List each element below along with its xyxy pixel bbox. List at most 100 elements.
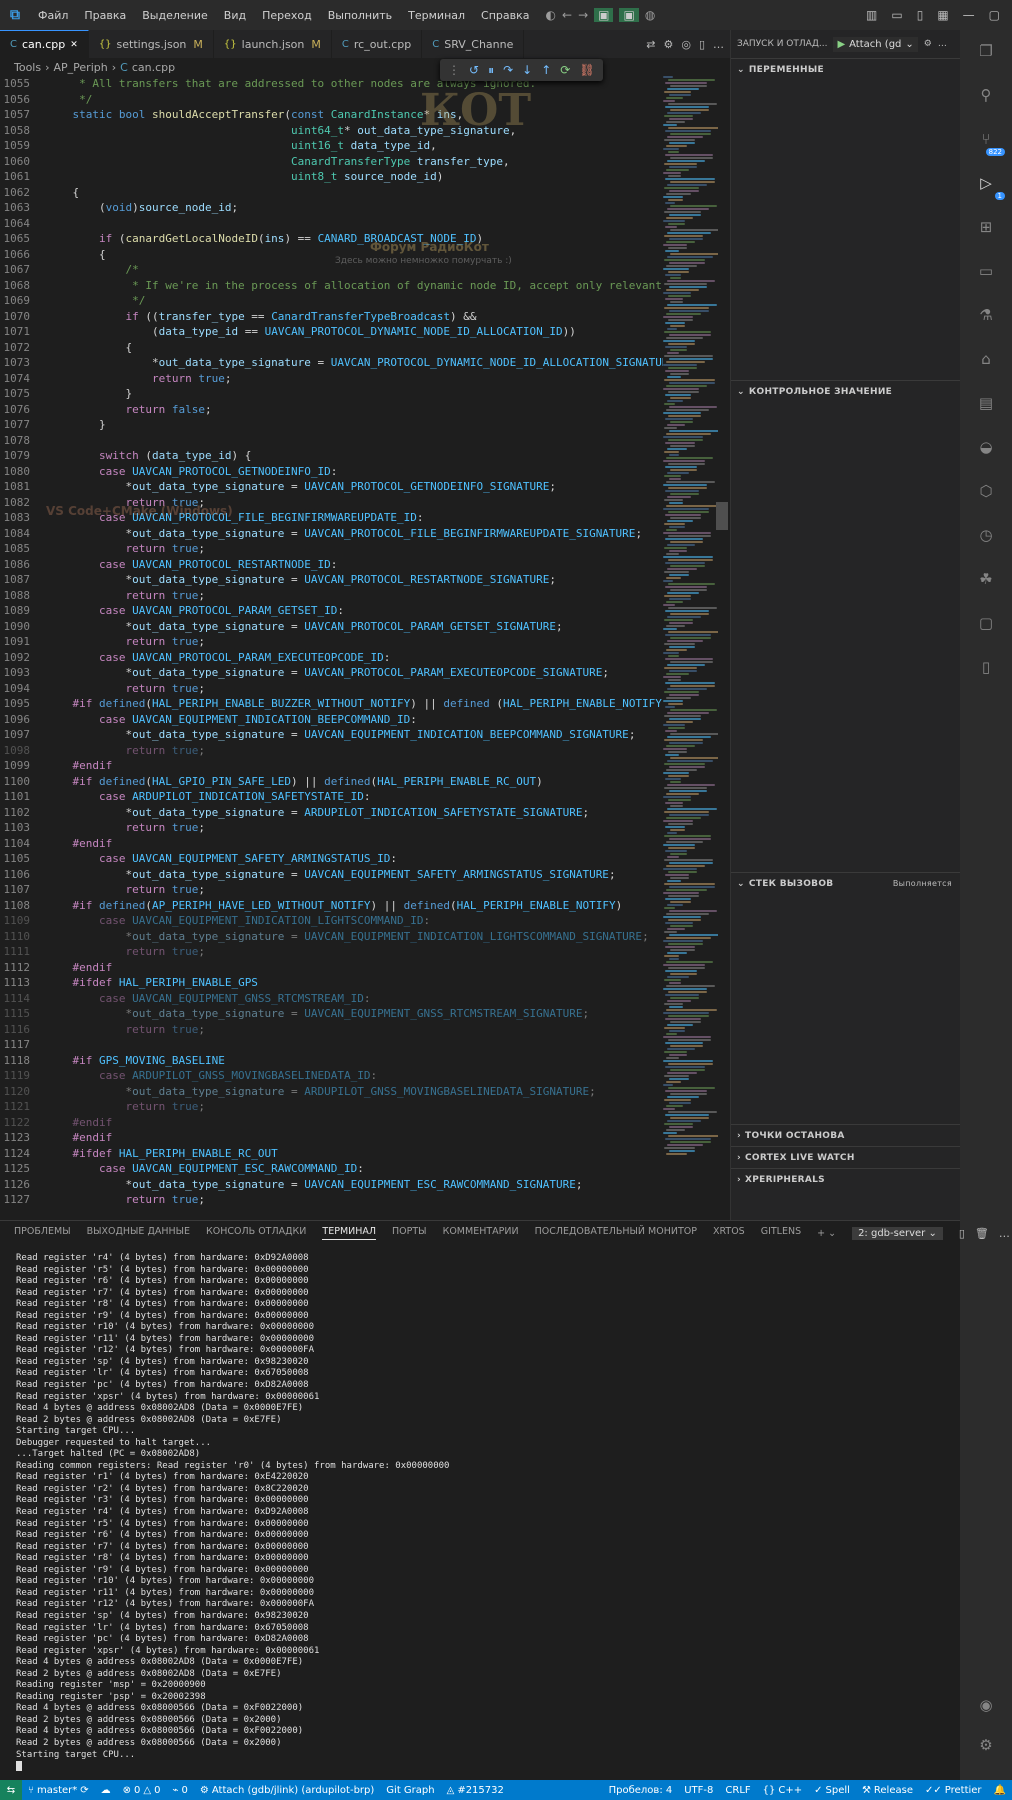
panel-tab[interactable]: ПОРТЫ [392,1226,427,1240]
menu-item[interactable]: Файл [30,9,76,22]
line-number[interactable]: 1122 [0,1115,46,1131]
folder-icon[interactable]: ▤ [975,392,997,414]
line-number[interactable]: 1114 [0,991,46,1007]
line-number[interactable]: 1076 [0,402,46,418]
account-icon[interactable]: ◉ [975,1694,997,1716]
breadcrumb-item[interactable]: AP_Periph [54,61,108,74]
line-number[interactable]: 1112 [0,960,46,976]
platformio-icon[interactable]: ⌂ [975,348,997,370]
debug-options-icon[interactable]: ◎ [681,38,691,51]
timeline-icon[interactable]: ◷ [975,524,997,546]
start-debug-icon[interactable]: ▶ [837,39,845,50]
more-actions-icon[interactable]: … [713,38,724,51]
line-number[interactable]: 1092 [0,650,46,666]
line-number[interactable]: 1058 [0,123,46,139]
panel-tab[interactable]: ВЫХОДНЫЕ ДАННЫЕ [87,1226,190,1240]
line-number[interactable]: 1066 [0,247,46,263]
line-number[interactable]: 1118 [0,1053,46,1069]
line-number[interactable]: 1089 [0,603,46,619]
line-number[interactable]: 1102 [0,805,46,821]
split-editor-icon[interactable]: ▯ [699,38,705,51]
new-terminal-icon[interactable]: + ⌄ [817,1228,836,1239]
restart-icon[interactable]: ⟳ [560,63,570,77]
breadcrumb-item[interactable]: can.cpp [132,61,175,74]
menu-item[interactable]: Переход [254,9,320,22]
panel-tab[interactable]: ТЕРМИНАЛ [322,1226,377,1240]
line-number[interactable]: 1096 [0,712,46,728]
line-number[interactable]: 1073 [0,355,46,371]
git-graph-button[interactable]: Git Graph [380,1785,440,1796]
remote-explorer-icon[interactable]: ▭ [975,260,997,282]
manage-gear-icon[interactable]: ⚙ [975,1734,997,1756]
launch-config-select[interactable]: ▶ Attach (gd ⌄ [833,36,918,52]
line-number[interactable]: 1109 [0,913,46,929]
line-number[interactable]: 1117 [0,1037,46,1053]
editor-tab[interactable]: {} settings.json M [89,30,214,58]
debug-launch[interactable]: ⚙ Attach (gdb/jlink) (ardupilot-brp) [194,1785,380,1796]
line-number[interactable]: 1115 [0,1006,46,1022]
line-number[interactable]: 1107 [0,882,46,898]
maximize-icon[interactable]: ▢ [989,8,1000,22]
issue-indicator[interactable]: ◬ #215732 [441,1785,510,1796]
terminal-prompt[interactable] [16,1761,449,1773]
menu-item[interactable]: Выполнить [320,9,400,22]
line-number[interactable]: 1098 [0,743,46,759]
line-number[interactable]: 1084 [0,526,46,542]
language-mode[interactable]: {} C++ [757,1785,808,1796]
prettier[interactable]: ✓✓ Prettier [919,1785,988,1796]
line-number[interactable]: 1077 [0,417,46,433]
line-number[interactable]: 1078 [0,433,46,449]
line-number[interactable]: 1057 [0,107,46,123]
docker-icon[interactable]: ◒ [975,436,997,458]
line-number[interactable]: 1094 [0,681,46,697]
run-debug-icon[interactable]: ▷ 1 [975,172,1005,200]
sidebar-toggle-icon[interactable]: ▯ [917,8,924,22]
line-number[interactable]: 1120 [0,1084,46,1100]
command-center-icon[interactable]: ▣ [594,8,614,22]
editor-tab[interactable]: Crc_out.cpp [332,30,423,58]
line-number[interactable]: 1091 [0,634,46,650]
ports-indicator[interactable]: ⌁ 0 [167,1785,194,1796]
build-config[interactable]: ⚒ Release [856,1785,919,1796]
settings-gear-icon[interactable]: ⚙ [663,38,673,51]
line-number[interactable]: 1081 [0,479,46,495]
editor-scrollbar[interactable] [716,502,728,530]
more-icon[interactable]: … [938,39,947,49]
split-terminal-icon[interactable]: ▯ [959,1227,965,1240]
debug-section-header[interactable]: ⌄ СТЕК ВЫЗОВОВ Выполняется [731,872,960,894]
menu-item[interactable]: Правка [76,9,134,22]
line-number[interactable]: 1097 [0,727,46,743]
line-number[interactable]: 1056 [0,92,46,108]
line-number[interactable]: 1105 [0,851,46,867]
minimize-icon[interactable]: — [963,8,975,22]
pause-icon[interactable]: ⏸ [488,63,494,78]
remote-indicator-icon[interactable]: ⇆ [0,1780,22,1800]
debug-section-header[interactable]: › ТОЧКИ ОСТАНОВА [731,1124,960,1146]
line-number[interactable]: 1070 [0,309,46,325]
line-number[interactable]: 1126 [0,1177,46,1193]
back-arrow-icon[interactable]: ← [562,8,572,22]
close-tab-icon[interactable]: ✕ [70,40,78,50]
line-number[interactable]: 1063 [0,200,46,216]
line-number[interactable]: 1090 [0,619,46,635]
panel-tab[interactable]: XRTOS [713,1226,745,1240]
terminal-select[interactable]: 2: gdb-server ⌄ [852,1226,943,1240]
line-number[interactable]: 1062 [0,185,46,201]
step-into-icon[interactable]: ↓ [522,63,532,77]
line-number[interactable]: 1060 [0,154,46,170]
extension-icon[interactable]: ▣ [619,8,639,22]
git-branch[interactable]: ⑂ master* ⟳ [22,1785,95,1796]
copilot-icon[interactable]: ◍ [645,8,655,22]
line-number[interactable]: 1075 [0,386,46,402]
line-number[interactable]: 1083 [0,510,46,526]
panel-toggle-icon[interactable]: ▭ [891,8,902,22]
line-number[interactable]: 1088 [0,588,46,604]
line-number[interactable]: 1085 [0,541,46,557]
minimap[interactable] [663,76,718,1216]
publish-icon[interactable]: ☁ [95,1785,117,1796]
code-editor[interactable]: 1055 * All transfers that are addressed … [0,76,730,1216]
line-number[interactable]: 1099 [0,758,46,774]
eol[interactable]: CRLF [719,1785,756,1796]
search-icon[interactable]: ⚲ [975,84,997,106]
line-number[interactable]: 1065 [0,231,46,247]
